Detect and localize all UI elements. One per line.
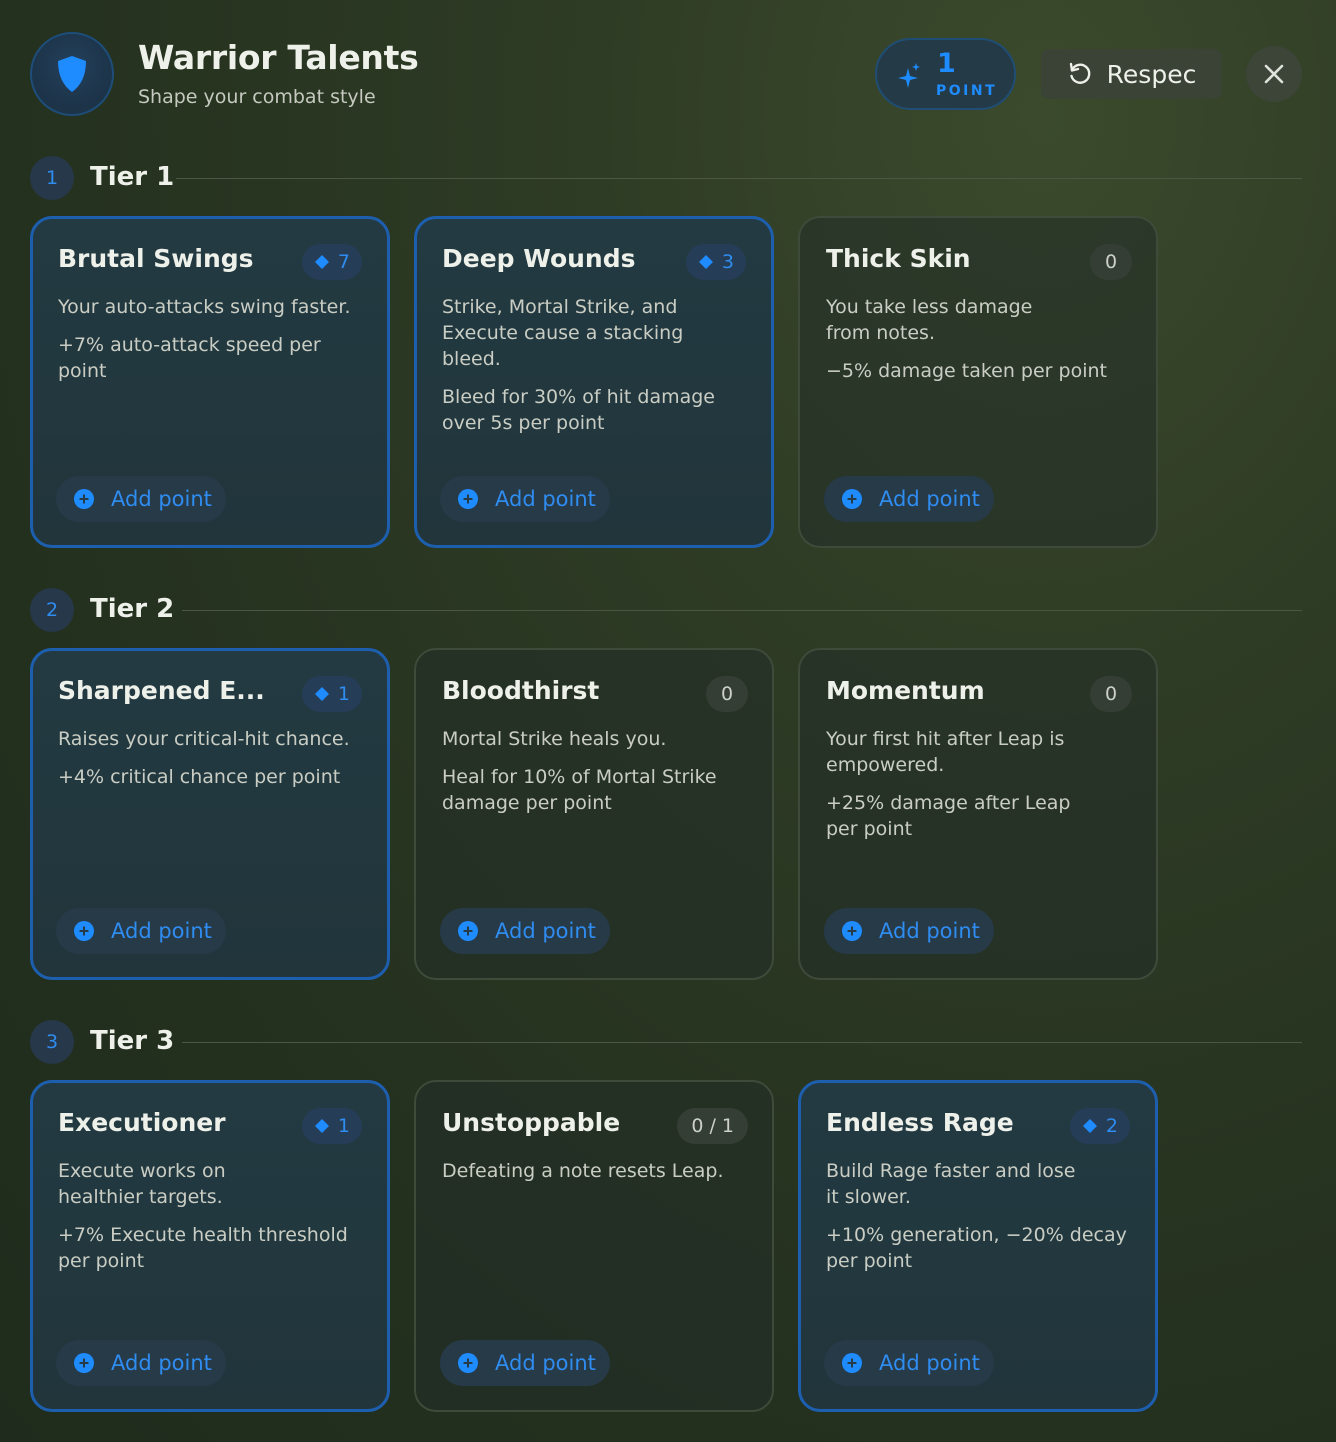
- talent-points-counter: 1 POINT: [875, 38, 1016, 110]
- talent-description: Execute works on healthier targets. +7% …: [58, 1160, 348, 1272]
- plus-circle-icon: [458, 489, 478, 509]
- diamond-icon: [314, 255, 329, 269]
- plus-circle-icon: [842, 1353, 862, 1373]
- talent-description: Strike, Mortal Strike, and Execute cause…: [442, 296, 715, 434]
- class-emblem: [30, 32, 114, 116]
- talent-name: Momentum: [826, 676, 985, 705]
- plus-circle-icon: [842, 489, 862, 509]
- page-subtitle: Shape your combat style: [138, 86, 376, 108]
- plus-circle-icon: [74, 1353, 94, 1373]
- talent-rank-badge: 1: [301, 676, 362, 712]
- add-point-button[interactable]: Add point: [56, 476, 226, 522]
- tier-divider: [182, 610, 1302, 611]
- diamond-icon: [1082, 1119, 1097, 1133]
- tier-title: Tier 2: [90, 594, 175, 624]
- talent-name: Thick Skin: [826, 244, 971, 273]
- talent-card-thick-skin[interactable]: Thick Skin 0 You take less damage from n…: [798, 216, 1158, 548]
- close-button[interactable]: [1246, 46, 1302, 102]
- tier-number: 2: [30, 588, 74, 632]
- talent-description: Raises your critical-hit chance. +4% cri…: [58, 728, 350, 788]
- tier-number: 3: [30, 1020, 74, 1064]
- diamond-icon: [314, 687, 329, 701]
- talent-card-momentum[interactable]: Momentum 0 Your first hit after Leap is …: [798, 648, 1158, 980]
- talent-rank-badge: 0: [1090, 676, 1132, 712]
- plus-circle-icon: [74, 489, 94, 509]
- add-point-button[interactable]: Add point: [56, 1340, 226, 1386]
- talent-description: Defeating a note resets Leap.: [442, 1160, 724, 1182]
- talent-name: Endless Rage: [826, 1108, 1014, 1137]
- talent-card-sharpened-edge[interactable]: Sharpened E... 1 Raises your critical-hi…: [30, 648, 390, 980]
- add-point-button[interactable]: Add point: [824, 476, 994, 522]
- talent-card-bloodthirst[interactable]: Bloodthirst 0 Mortal Strike heals you. H…: [414, 648, 774, 980]
- talent-points-value: 1: [937, 48, 956, 79]
- talent-description: Mortal Strike heals you. Heal for 10% of…: [442, 728, 717, 814]
- talent-card-unstoppable[interactable]: Unstoppable 0 / 1 Defeating a note reset…: [414, 1080, 774, 1412]
- add-point-button[interactable]: Add point: [824, 1340, 994, 1386]
- talent-name: Deep Wounds: [442, 244, 636, 273]
- rotate-ccw-icon: [1069, 62, 1091, 84]
- talent-rank-badge: 0 / 1: [677, 1108, 748, 1144]
- add-point-button[interactable]: Add point: [440, 908, 610, 954]
- add-point-button[interactable]: Add point: [440, 1340, 610, 1386]
- talent-description: Build Rage faster and lose it slower. +1…: [826, 1160, 1127, 1272]
- add-point-button[interactable]: Add point: [440, 476, 610, 522]
- tier-1-header: 1 Tier 1: [30, 156, 1302, 200]
- talent-name: Unstoppable: [442, 1108, 621, 1137]
- talent-rank-badge: 1: [301, 1108, 362, 1144]
- talent-rank-badge: 3: [685, 244, 746, 280]
- talent-name: Sharpened E...: [58, 676, 265, 705]
- plus-circle-icon: [842, 921, 862, 941]
- respec-label: Respec: [1106, 59, 1197, 89]
- talent-card-deep-wounds[interactable]: Deep Wounds 3 Strike, Mortal Strike, and…: [414, 216, 774, 548]
- add-point-button[interactable]: Add point: [56, 908, 226, 954]
- talent-rank-badge: 2: [1069, 1108, 1130, 1144]
- sparkle-icon: [898, 63, 920, 88]
- talent-name: Bloodthirst: [442, 676, 600, 705]
- talent-card-executioner[interactable]: Executioner 1 Execute works on healthier…: [30, 1080, 390, 1412]
- respec-button[interactable]: Respec: [1041, 49, 1222, 99]
- tier-title: Tier 1: [90, 162, 175, 192]
- talent-description: Your auto-attacks swing faster. +7% auto…: [58, 296, 351, 382]
- plus-circle-icon: [458, 921, 478, 941]
- diamond-icon: [698, 255, 713, 269]
- tier-divider: [182, 1042, 1302, 1043]
- tier-divider: [176, 178, 1302, 179]
- diamond-icon: [314, 1119, 329, 1133]
- close-icon: [1264, 64, 1284, 84]
- plus-circle-icon: [74, 921, 94, 941]
- talent-name: Executioner: [58, 1108, 226, 1137]
- add-point-button[interactable]: Add point: [824, 908, 994, 954]
- tier-2-header: 2 Tier 2: [30, 588, 1302, 632]
- tier-number: 1: [30, 156, 74, 200]
- talent-rank-badge: 0: [706, 676, 748, 712]
- talent-description: You take less damage from notes. −5% dam…: [826, 296, 1107, 382]
- page-title: Warrior Talents: [138, 38, 419, 77]
- talent-description: Your first hit after Leap is empowered. …: [826, 728, 1071, 840]
- header: Warrior Talents Shape your combat style …: [30, 32, 1302, 118]
- talent-rank-badge: 7: [301, 244, 362, 280]
- talent-rank-badge: 0: [1090, 244, 1132, 280]
- talent-name: Brutal Swings: [58, 244, 254, 273]
- shield-icon: [58, 56, 86, 92]
- plus-circle-icon: [458, 1353, 478, 1373]
- talent-card-endless-rage[interactable]: Endless Rage 2 Build Rage faster and los…: [798, 1080, 1158, 1412]
- tier-3-header: 3 Tier 3: [30, 1020, 1302, 1064]
- talent-card-brutal-swings[interactable]: Brutal Swings 7 Your auto-attacks swing …: [30, 216, 390, 548]
- talent-points-label: POINT: [936, 83, 998, 99]
- tier-title: Tier 3: [90, 1026, 175, 1056]
